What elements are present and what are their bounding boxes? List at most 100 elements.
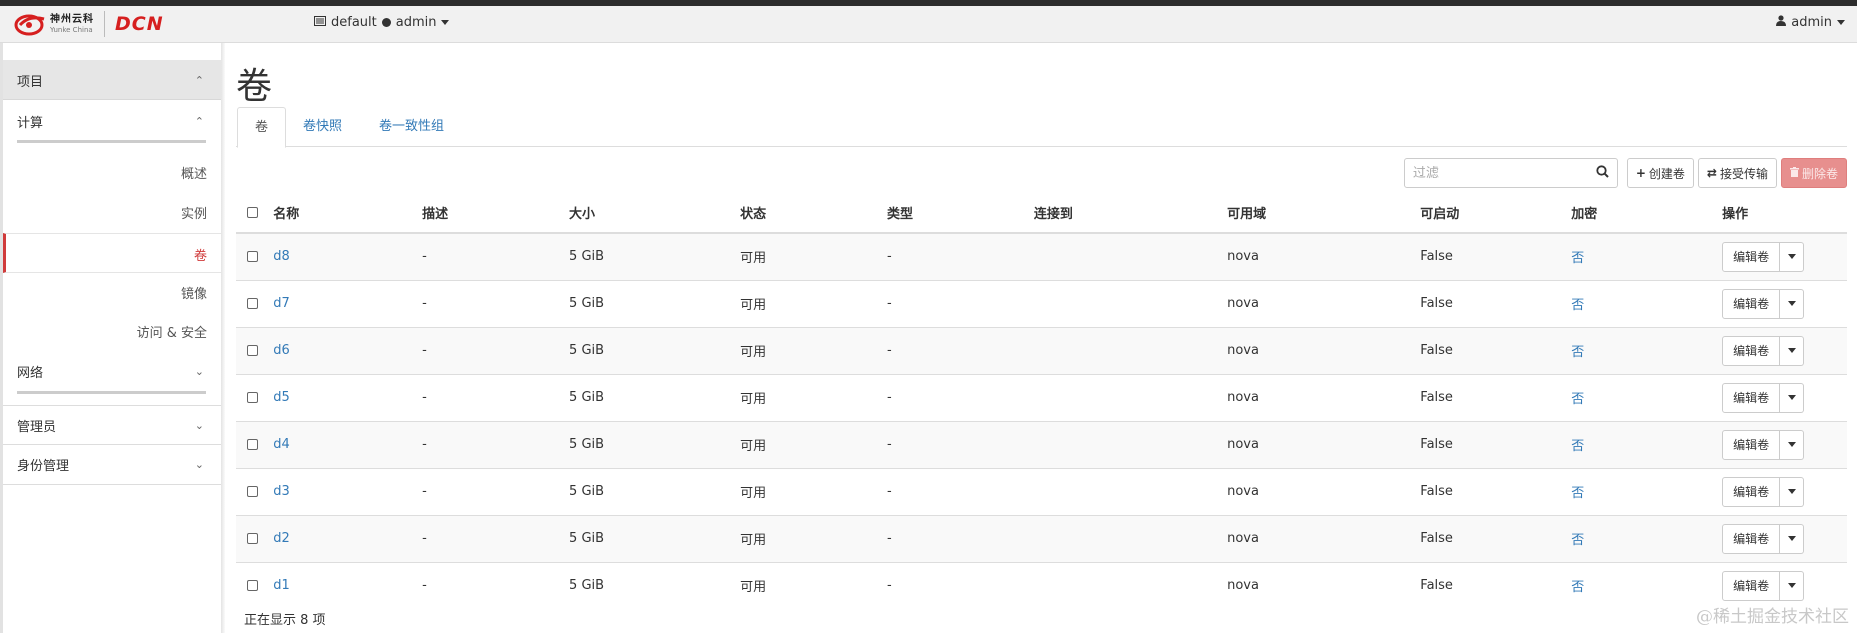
edit-volume-button[interactable]: 编辑卷 <box>1722 288 1781 319</box>
encrypted-link[interactable]: 否 <box>1571 580 1584 595</box>
cell-attached-to <box>1033 232 1228 280</box>
more-actions-dropdown[interactable] <box>1780 382 1805 413</box>
filter-input[interactable] <box>1412 165 1596 181</box>
create-volume-button[interactable]: + 创建卷 <box>1626 158 1694 188</box>
volume-name-link[interactable]: d4 <box>273 437 290 452</box>
sidebar-section-project[interactable]: 项目 ⌃ <box>3 60 221 100</box>
sidebar-item-instances[interactable]: 实例 <box>181 203 207 222</box>
sidebar: 项目 ⌃ 计算 ⌃ 概述 实例 卷 镜像 访问 & 安全 网络 ⌄ 管理员 ⌄ … <box>0 43 225 633</box>
cell-size: 5 GiB <box>569 561 741 609</box>
delete-volumes-button[interactable]: 删除卷 <box>1780 158 1847 188</box>
edit-volume-button[interactable]: 编辑卷 <box>1722 429 1781 460</box>
cell-description: - <box>422 279 570 327</box>
column-header[interactable]: 连接到 <box>1033 193 1228 234</box>
select-all-checkbox[interactable] <box>247 207 258 218</box>
project-user: admin <box>395 15 437 30</box>
sidebar-section-network[interactable]: 网络 ⌄ <box>3 356 221 386</box>
row-checkbox[interactable] <box>247 298 258 309</box>
cell-size: 5 GiB <box>569 232 741 280</box>
volumes-table: 名称 描述 大小 状态 类型 连接到 可用域 可启动 加密 操作 d8-5 Gi… <box>236 193 1847 609</box>
sidebar-section-compute[interactable]: 计算 ⌃ <box>3 101 221 141</box>
sidebar-item-images[interactable]: 镜像 <box>181 283 207 302</box>
edit-volume-button[interactable]: 编辑卷 <box>1722 476 1781 507</box>
sidebar-item-access-security[interactable]: 访问 & 安全 <box>137 322 207 341</box>
cell-attached-to <box>1033 514 1228 562</box>
sidebar-section-admin[interactable]: 管理员 ⌄ <box>3 405 221 445</box>
cell-size: 5 GiB <box>569 279 741 327</box>
column-header[interactable]: 可用域 <box>1227 193 1421 234</box>
encrypted-link[interactable]: 否 <box>1571 392 1584 407</box>
chevron-down-icon: ⌄ <box>194 364 204 378</box>
column-header[interactable]: 大小 <box>569 193 741 234</box>
accept-transfer-button[interactable]: ⇄ 接受传输 <box>1697 158 1777 188</box>
sidebar-item-overview[interactable]: 概述 <box>181 163 207 182</box>
row-checkbox[interactable] <box>247 439 258 450</box>
more-actions-dropdown[interactable] <box>1780 335 1805 366</box>
edit-volume-button[interactable]: 编辑卷 <box>1722 335 1781 366</box>
table-row: d7-5 GiB 可用 - nova False 否编辑卷 <box>236 279 1847 327</box>
volume-name-link[interactable]: d7 <box>273 296 290 311</box>
cell-type: - <box>887 326 1034 374</box>
encrypted-link[interactable]: 否 <box>1571 345 1584 360</box>
tab-volumes[interactable]: 卷 <box>237 107 287 148</box>
more-actions-dropdown[interactable] <box>1780 476 1805 507</box>
cell-status: 可用 <box>740 420 887 468</box>
sidebar-section-label: 管理员 <box>17 419 57 435</box>
encrypted-link[interactable]: 否 <box>1571 439 1584 454</box>
brand-logo[interactable]: 神州云科 Yunke China DCN <box>14 9 164 39</box>
cell-availability-zone: nova <box>1227 561 1421 609</box>
caret-down-icon <box>1787 348 1796 353</box>
cell-attached-to <box>1033 326 1228 374</box>
row-checkbox[interactable] <box>247 580 258 592</box>
encrypted-link[interactable]: 否 <box>1571 251 1584 266</box>
row-checkbox[interactable] <box>247 486 258 497</box>
cell-status: 可用 <box>740 561 887 609</box>
edit-volume-button[interactable]: 编辑卷 <box>1722 382 1781 413</box>
row-checkbox[interactable] <box>247 533 258 544</box>
cell-availability-zone: nova <box>1227 514 1421 562</box>
column-header[interactable]: 加密 <box>1571 193 1723 234</box>
cell-status: 可用 <box>740 467 887 515</box>
sidebar-section-identity[interactable]: 身份管理 ⌄ <box>3 445 221 485</box>
caret-down-icon <box>1787 254 1796 260</box>
encrypted-link[interactable]: 否 <box>1571 298 1584 313</box>
cell-type: - <box>887 561 1034 609</box>
more-actions-dropdown[interactable] <box>1780 429 1805 460</box>
column-header[interactable]: 可启动 <box>1420 193 1572 234</box>
sidebar-item-volumes-active[interactable]: 卷 <box>3 233 221 273</box>
edit-volume-button[interactable]: 编辑卷 <box>1722 570 1781 601</box>
more-actions-dropdown[interactable] <box>1780 241 1805 272</box>
row-checkbox[interactable] <box>247 392 258 403</box>
volume-name-link[interactable]: d1 <box>273 578 290 593</box>
column-header[interactable]: 状态 <box>740 193 887 234</box>
edit-volume-button[interactable]: 编辑卷 <box>1722 523 1781 554</box>
column-header[interactable]: 类型 <box>887 193 1034 234</box>
row-checkbox[interactable] <box>247 251 258 263</box>
cell-description: - <box>422 420 570 468</box>
row-actions: 编辑卷 <box>1722 288 1805 319</box>
tab-consistency-groups[interactable]: 卷一致性组 <box>362 107 461 147</box>
cell-attached-to <box>1033 279 1228 327</box>
cell-description: - <box>422 467 570 515</box>
encrypted-link[interactable]: 否 <box>1571 533 1584 548</box>
more-actions-dropdown[interactable] <box>1780 523 1805 554</box>
button-label: 创建卷 <box>1648 166 1685 181</box>
project-switcher[interactable]: default admin <box>314 15 450 30</box>
chevron-down-icon: ⌄ <box>194 418 204 432</box>
cell-description: - <box>422 514 570 562</box>
volume-name-link[interactable]: d6 <box>273 343 290 358</box>
tab-volume-snapshots[interactable]: 卷快照 <box>286 107 359 147</box>
volume-name-link[interactable]: d5 <box>273 390 290 405</box>
volume-name-link[interactable]: d2 <box>273 531 290 546</box>
column-header[interactable]: 名称 <box>273 193 423 234</box>
more-actions-dropdown[interactable] <box>1780 288 1805 319</box>
column-header[interactable]: 描述 <box>422 193 570 234</box>
volume-name-link[interactable]: d8 <box>273 249 290 264</box>
search-icon[interactable] <box>1596 164 1609 182</box>
edit-volume-button[interactable]: 编辑卷 <box>1722 241 1781 272</box>
row-checkbox[interactable] <box>247 345 258 356</box>
more-actions-dropdown[interactable] <box>1780 570 1805 601</box>
volume-name-link[interactable]: d3 <box>273 484 290 499</box>
encrypted-link[interactable]: 否 <box>1571 486 1584 501</box>
user-menu[interactable]: admin <box>1776 15 1845 30</box>
